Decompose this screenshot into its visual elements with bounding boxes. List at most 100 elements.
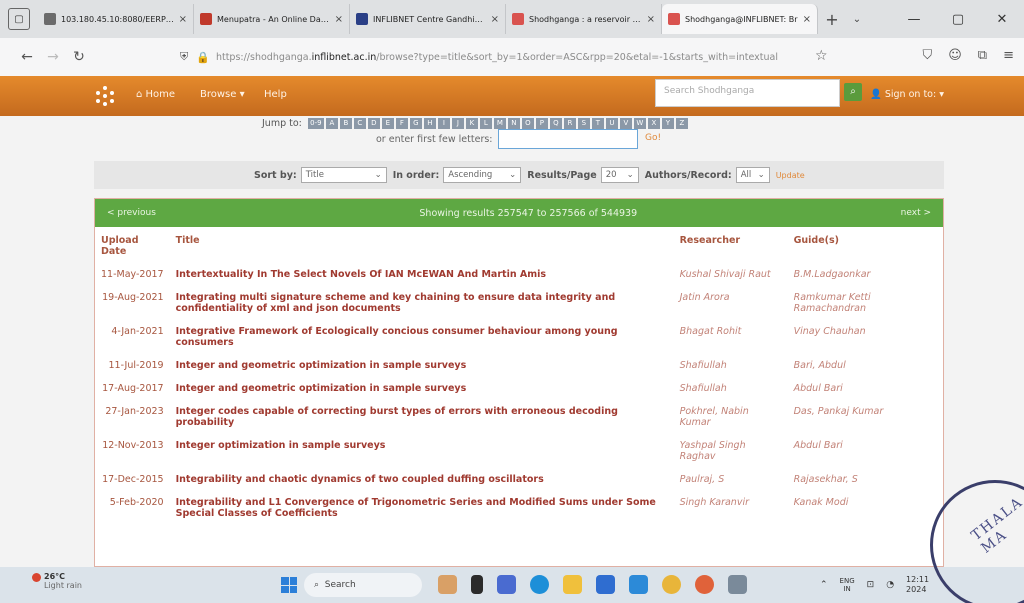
row-researcher-link[interactable]: Jatin Arora bbox=[674, 286, 788, 320]
row-title-link[interactable]: Integer and geometric optimization in sa… bbox=[170, 377, 674, 400]
row-title-link[interactable]: Integrability and L1 Convergence of Trig… bbox=[170, 491, 674, 525]
row-researcher-link[interactable]: Pokhrel, Nabin Kumar bbox=[674, 400, 788, 434]
row-guide-link[interactable]: Ramkumar Ketti Ramachandran bbox=[788, 286, 943, 320]
letter-link[interactable]: J bbox=[451, 118, 464, 129]
row-researcher-link[interactable]: Shafiullah bbox=[674, 377, 788, 400]
letter-link[interactable]: H bbox=[423, 118, 436, 129]
row-title-link[interactable]: Integrability and chaotic dynamics of tw… bbox=[170, 468, 674, 491]
row-title-link[interactable]: Intertextuality In The Select Novels Of … bbox=[170, 263, 674, 286]
letter-link[interactable]: A bbox=[325, 118, 338, 129]
row-title-link[interactable]: Integer codes capable of correcting burs… bbox=[170, 400, 674, 434]
letter-link[interactable]: C bbox=[353, 118, 366, 129]
maximize-icon[interactable]: ▢ bbox=[936, 0, 980, 38]
back-icon[interactable]: ← bbox=[14, 49, 40, 65]
lock-icon[interactable]: 🔒 bbox=[196, 51, 210, 64]
col-upload-date[interactable]: Upload Date bbox=[95, 227, 170, 263]
tab-close-icon[interactable]: × bbox=[335, 14, 343, 25]
tab-close-icon[interactable]: × bbox=[803, 14, 811, 25]
row-guide-link[interactable]: Vinay Chauhan bbox=[788, 320, 943, 354]
row-title-link[interactable]: Integrating multi signature scheme and k… bbox=[170, 286, 674, 320]
pocket-icon[interactable]: ⛉ bbox=[922, 48, 932, 63]
tab-close-icon[interactable]: × bbox=[647, 14, 655, 25]
sign-on-menu[interactable]: 👤 Sign on to: ▾ bbox=[870, 89, 944, 100]
col-researcher[interactable]: Researcher bbox=[674, 227, 788, 263]
row-title-link[interactable]: Integrative Framework of Ecologically co… bbox=[170, 320, 674, 354]
letter-link[interactable]: R bbox=[563, 118, 576, 129]
row-researcher-link[interactable]: Bhagat Rohit bbox=[674, 320, 788, 354]
bookmark-star-icon[interactable]: ☆ bbox=[815, 48, 828, 64]
rpp-select[interactable]: 20 ⌄ bbox=[600, 167, 639, 183]
photos-icon[interactable] bbox=[728, 575, 747, 594]
row-guide-link[interactable]: Bari, Abdul bbox=[788, 354, 943, 377]
volume-icon[interactable]: ◔ bbox=[886, 580, 894, 590]
clock[interactable]: 12:11 2024 bbox=[906, 575, 929, 595]
forward-icon[interactable]: → bbox=[40, 49, 66, 65]
letter-link[interactable]: B bbox=[339, 118, 352, 129]
row-guide-link[interactable]: Das, Pankaj Kumar bbox=[788, 400, 943, 434]
row-researcher-link[interactable]: Singh Karanvir bbox=[674, 491, 788, 525]
order-select[interactable]: Ascending ⌄ bbox=[443, 167, 522, 183]
letter-link[interactable]: O bbox=[521, 118, 534, 129]
letter-link[interactable]: P bbox=[535, 118, 548, 129]
extensions-icon[interactable]: ⧉ bbox=[978, 48, 987, 63]
letter-link[interactable]: I bbox=[437, 118, 450, 129]
letter-link[interactable]: G bbox=[409, 118, 422, 129]
letter-link[interactable]: F bbox=[395, 118, 408, 129]
tray-chevron-icon[interactable]: ⌃ bbox=[820, 580, 828, 590]
tab-list-chevron-icon[interactable]: ⌄ bbox=[846, 14, 868, 25]
letter-link[interactable]: N bbox=[507, 118, 520, 129]
reload-icon[interactable]: ↻ bbox=[66, 49, 92, 65]
browser-tab[interactable]: Shodhganga : a reservoir of I × bbox=[506, 4, 662, 34]
browser-tab[interactable]: Shodhganga@INFLIBNET: Br × bbox=[662, 4, 818, 34]
letter-link[interactable]: X bbox=[647, 118, 660, 129]
row-guide-link[interactable]: Rajasekhar, S bbox=[788, 468, 943, 491]
letter-link[interactable]: V bbox=[619, 118, 632, 129]
edge-icon[interactable] bbox=[530, 575, 549, 594]
row-researcher-link[interactable]: Kushal Shivaji Raut bbox=[674, 263, 788, 286]
previous-link[interactable]: < previous bbox=[107, 208, 156, 218]
letter-link[interactable]: T bbox=[591, 118, 604, 129]
row-guide-link[interactable]: Abdul Bari bbox=[788, 434, 943, 468]
site-search-input[interactable]: Search Shodhganga bbox=[655, 79, 840, 107]
language-indicator[interactable]: ENG IN bbox=[840, 577, 855, 593]
search-icon[interactable]: ⌕ bbox=[844, 83, 862, 101]
letter-link[interactable]: 0-9 bbox=[307, 118, 324, 129]
browser-tab[interactable]: INFLIBNET Centre Gandhinag × bbox=[350, 4, 506, 34]
row-researcher-link[interactable]: Shafiullah bbox=[674, 354, 788, 377]
letter-link[interactable]: S bbox=[577, 118, 590, 129]
file-explorer-icon[interactable] bbox=[563, 575, 582, 594]
address-bar[interactable]: ⛨ 🔒 https://shodhganga.inflibnet.ac.in/b… bbox=[180, 44, 840, 70]
menu-icon[interactable]: ≡ bbox=[1003, 48, 1014, 63]
tracking-shield-icon[interactable]: ⛨ bbox=[180, 50, 188, 64]
row-title-link[interactable]: Integer and geometric optimization in sa… bbox=[170, 354, 674, 377]
nav-browse-menu[interactable]: Browse ▾ bbox=[200, 89, 245, 100]
row-guide-link[interactable]: B.M.Ladgaonkar bbox=[788, 263, 943, 286]
mail-icon[interactable] bbox=[629, 575, 648, 594]
nav-home-link[interactable]: ⌂ Home bbox=[136, 89, 175, 100]
network-icon[interactable]: ⊡ bbox=[867, 580, 875, 590]
letter-link[interactable]: L bbox=[479, 118, 492, 129]
browser-tab[interactable]: Menupatra - An Online Datab × bbox=[194, 4, 350, 34]
explorer-icon[interactable] bbox=[471, 575, 483, 594]
row-guide-link[interactable]: Abdul Bari bbox=[788, 377, 943, 400]
col-guide[interactable]: Guide(s) bbox=[788, 227, 943, 263]
row-title-link[interactable]: Integer optimization in sample surveys bbox=[170, 434, 674, 468]
start-icon[interactable] bbox=[281, 577, 297, 593]
update-button[interactable]: Update bbox=[776, 171, 805, 180]
letter-link[interactable]: Q bbox=[549, 118, 562, 129]
taskbar-search[interactable]: ⌕ Search bbox=[304, 573, 422, 597]
letter-link[interactable]: Y bbox=[661, 118, 674, 129]
letter-link[interactable]: U bbox=[605, 118, 618, 129]
letter-link[interactable]: D bbox=[367, 118, 380, 129]
row-researcher-link[interactable]: Paulraj, S bbox=[674, 468, 788, 491]
letter-link[interactable]: M bbox=[493, 118, 506, 129]
letter-link[interactable]: E bbox=[381, 118, 394, 129]
go-button[interactable]: Go! bbox=[645, 133, 661, 143]
next-link[interactable]: next > bbox=[901, 208, 931, 218]
browser-tab[interactable]: 103.180.45.10:8080/EERPV3.0/ × bbox=[38, 4, 194, 34]
store-icon[interactable] bbox=[596, 575, 615, 594]
app-icon[interactable] bbox=[497, 575, 516, 594]
letter-link[interactable]: W bbox=[633, 118, 646, 129]
weather-widget[interactable]: 26°C Light rain bbox=[44, 572, 82, 590]
letter-link[interactable]: K bbox=[465, 118, 478, 129]
